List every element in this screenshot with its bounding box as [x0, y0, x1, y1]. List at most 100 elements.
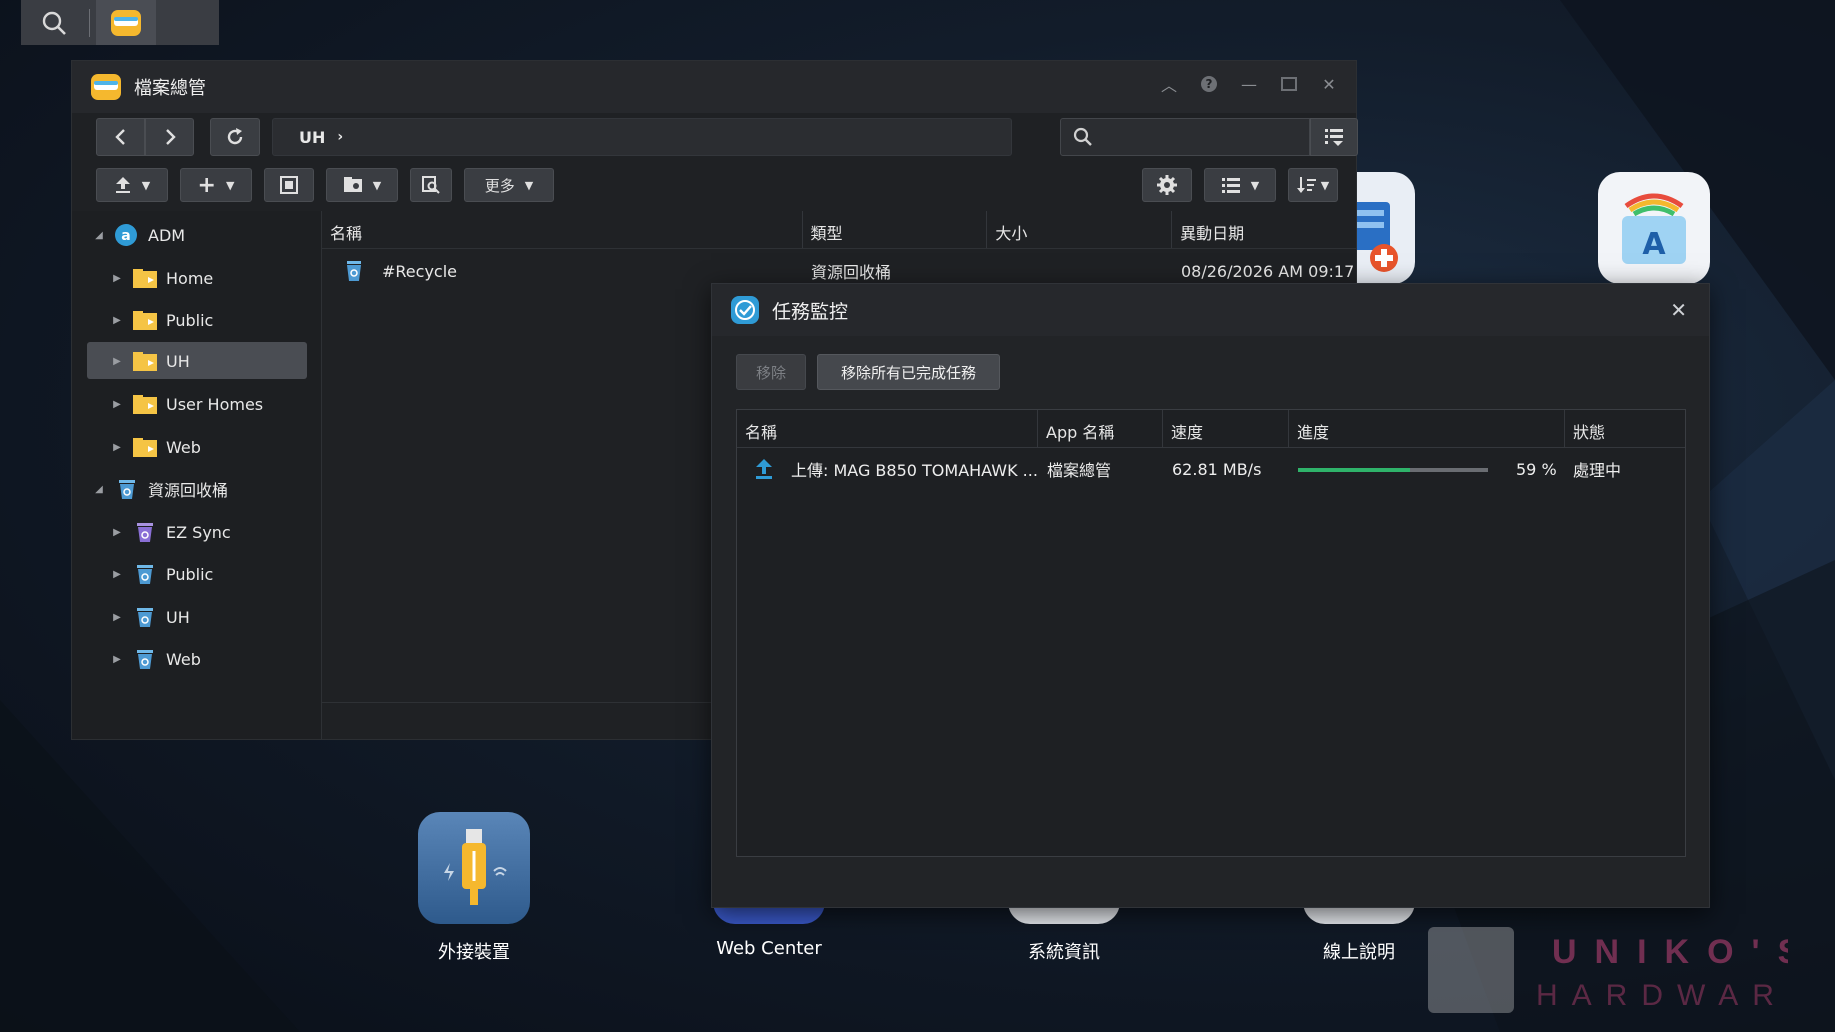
progress-bar-fill — [1298, 468, 1411, 472]
column-header-status[interactable]: 狀態 — [1565, 410, 1685, 447]
column-header-modified[interactable]: 異動日期 — [1172, 211, 1356, 248]
expand-arrow-icon[interactable]: ▶ — [110, 315, 124, 326]
table-row[interactable]: 上傳: MAG B850 TOMAHAWK ... 檔案總管 62.81 MB/… — [737, 448, 1685, 490]
tree-node-home[interactable]: ▶ Home — [110, 260, 213, 296]
refresh-button[interactable] — [210, 118, 260, 156]
file-name: #Recycle — [382, 261, 457, 281]
view-mode-button[interactable]: ▼ — [1204, 168, 1276, 202]
tree-label: ADM — [148, 225, 186, 245]
tree-node-recycle-uh[interactable]: ▶ UH — [110, 599, 190, 635]
expand-arrow-icon[interactable]: ▶ — [110, 527, 124, 538]
column-header-name[interactable]: 名稱 — [322, 211, 803, 248]
remove-button[interactable]: 移除 — [736, 354, 806, 390]
collapse-icon[interactable]: ︿ — [1160, 75, 1178, 95]
mount-button[interactable]: ▼ — [326, 168, 398, 202]
column-header-progress[interactable]: 進度 — [1289, 410, 1565, 447]
select-all-button[interactable] — [264, 168, 314, 202]
remove-all-completed-button[interactable]: 移除所有已完成任務 — [817, 354, 1000, 390]
upload-button[interactable]: ▼ — [96, 168, 168, 202]
search-options-button[interactable] — [1310, 118, 1358, 156]
dialog-titlebar[interactable]: 任務監控 — [712, 284, 1709, 336]
usb-device-icon — [418, 812, 530, 924]
column-header-type[interactable]: 類型 — [803, 211, 988, 248]
tree-label: Home — [166, 268, 214, 288]
svg-text:?: ? — [1206, 77, 1213, 91]
close-icon[interactable]: ✕ — [1670, 298, 1687, 322]
column-header-app[interactable]: App 名稱 — [1038, 410, 1163, 447]
more-button-label: 更多 — [484, 176, 515, 195]
upload-icon — [115, 177, 130, 193]
tree-node-web[interactable]: ▶ Web — [110, 429, 201, 465]
back-button[interactable] — [96, 118, 145, 156]
breadcrumb[interactable]: UH › — [272, 118, 1012, 156]
tree-label: Public — [166, 564, 214, 584]
expand-arrow-icon[interactable]: ▶ — [110, 612, 124, 623]
create-button[interactable]: + ▼ — [180, 168, 252, 202]
tree-node-uh[interactable]: ▶ UH — [110, 343, 190, 379]
breadcrumb-item[interactable]: UH — [299, 128, 325, 147]
task-name: 上傳: MAG B850 TOMAHAWK ... — [791, 461, 1038, 480]
tree-node-public[interactable]: ▶ Public — [110, 302, 213, 338]
search-input[interactable] — [1060, 118, 1310, 156]
task-table: 名稱 App 名稱 速度 進度 狀態 上傳: MAG B850 TOMAHAWK… — [736, 409, 1686, 857]
recycle-bin-icon — [137, 565, 153, 584]
chevron-right-icon: › — [337, 129, 344, 145]
expand-arrow-icon[interactable]: ▶ — [110, 356, 124, 367]
tree-node-adm[interactable]: ◢ a ADM — [92, 217, 185, 253]
chevron-right-icon — [165, 129, 176, 145]
expand-arrow-icon[interactable]: ▶ — [110, 273, 124, 284]
desktop-icon-app-central[interactable]: A — [1598, 172, 1710, 284]
expand-arrow-icon[interactable]: ◢ — [92, 230, 106, 241]
sort-button[interactable]: ▼ — [1288, 168, 1338, 202]
copy-path-button[interactable] — [410, 168, 452, 202]
chevron-down-icon: ▼ — [1250, 178, 1260, 192]
column-header-speed[interactable]: 速度 — [1163, 410, 1289, 447]
chevron-down-icon: ▼ — [225, 178, 235, 192]
maximize-icon[interactable] — [1280, 75, 1298, 93]
taskbar-file-manager-button[interactable] — [96, 0, 156, 45]
search-icon — [1073, 127, 1092, 146]
expand-arrow-icon[interactable]: ▶ — [110, 569, 124, 580]
desktop-icon-label: 外接裝置 — [438, 942, 510, 963]
tree-label: Web — [166, 649, 201, 669]
tree-node-recycle-bin[interactable]: ◢ 資源回收桶 — [92, 471, 228, 507]
file-list-header: 名稱 類型 大小 異動日期 — [322, 211, 1356, 249]
list-filter-icon — [1325, 129, 1343, 146]
toolbar: ▼ + ▼ ▼ 更多 ▼ ▼ ▼ — [96, 168, 1338, 202]
upload-arrow-icon — [756, 459, 772, 479]
expand-arrow-icon[interactable]: ▶ — [110, 654, 124, 665]
expand-arrow-icon[interactable]: ▶ — [110, 442, 124, 453]
shared-folder-icon — [133, 395, 157, 414]
chevron-down-icon: ▼ — [1320, 178, 1330, 192]
help-icon[interactable]: ? — [1200, 75, 1218, 93]
task-status: 處理中 — [1573, 461, 1622, 480]
tree-label: UH — [166, 351, 190, 371]
shared-folder-icon — [133, 352, 157, 371]
tree-node-recycle-web[interactable]: ▶ Web — [110, 641, 201, 677]
forward-button[interactable] — [145, 118, 194, 156]
expand-arrow-icon[interactable]: ▶ — [110, 399, 124, 410]
dialog-title: 任務監控 — [772, 300, 849, 323]
adm-icon: a — [115, 224, 137, 246]
more-button[interactable]: 更多 ▼ — [464, 168, 554, 202]
expand-arrow-icon[interactable]: ◢ — [92, 484, 106, 495]
tree-node-ez-sync[interactable]: ▶ EZ Sync — [110, 514, 231, 550]
column-header-size[interactable]: 大小 — [987, 211, 1173, 248]
desktop-icon-label: 系統資訊 — [1028, 942, 1100, 963]
file-type: 資源回收桶 — [811, 263, 892, 282]
tree-node-recycle-public[interactable]: ▶ Public — [110, 556, 213, 592]
search-icon — [42, 11, 66, 35]
settings-button[interactable] — [1142, 168, 1192, 202]
select-all-icon — [280, 176, 298, 194]
watermark-line2: HARDWARE — [1536, 979, 1788, 1012]
tree-node-user-homes[interactable]: ▶ User Homes — [110, 386, 263, 422]
file-modified: 08/26/2026 AM 09:17 — [1181, 261, 1355, 281]
chevron-left-icon — [114, 129, 125, 145]
close-icon[interactable]: ✕ — [1320, 75, 1338, 94]
desktop-icon-external-devices[interactable]: 外接裝置 — [399, 812, 549, 964]
shared-folder-icon — [133, 438, 157, 457]
progress-bar — [1298, 468, 1488, 472]
taskbar-search-button[interactable] — [21, 0, 87, 45]
column-header-name[interactable]: 名稱 — [737, 410, 1038, 447]
minimize-icon[interactable]: — — [1240, 75, 1258, 94]
